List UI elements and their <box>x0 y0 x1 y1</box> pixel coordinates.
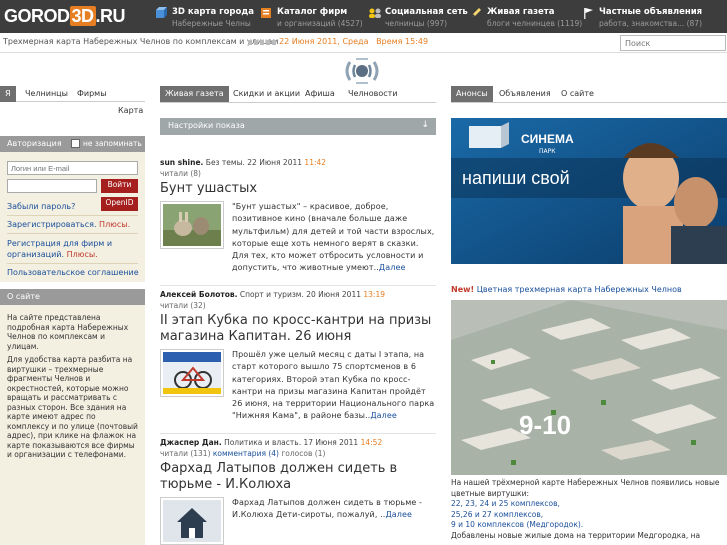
people-icon <box>369 8 381 18</box>
auth-title: Авторизация <box>7 139 62 148</box>
tab-announcements[interactable]: Анонсы <box>451 86 493 102</box>
remember-label: не запоминать <box>83 139 142 148</box>
new-badge: New! <box>451 285 475 294</box>
about-paragraph: Для удобства карта разбита на виртушки –… <box>7 355 138 459</box>
post-thumbnail[interactable] <box>160 201 224 249</box>
openid-button[interactable]: OpenID <box>101 197 138 211</box>
right-tabs: Анонсы Объявления О сайте <box>451 86 727 103</box>
pencil-icon <box>472 8 481 17</box>
cube-icon <box>156 7 167 18</box>
register-link[interactable]: Зарегистрироваться. Плюсы. <box>7 220 130 229</box>
top-navigation-bar: GOROD 3D .RU 3D карта города Набережные Че… <box>0 0 727 33</box>
nav-catalog-subtitle: и организаций (4527) <box>277 19 363 28</box>
banner-brand-sub: ПАРК <box>539 148 556 155</box>
about-paragraph: На сайте представлена подробная карта На… <box>7 313 129 351</box>
flag-icon <box>584 8 593 19</box>
tab-me[interactable]: Я <box>0 86 16 102</box>
post-excerpt: "Бунт ушастых" – красивое, доброе, позит… <box>232 202 435 273</box>
banner-slogan: напиши свой <box>462 168 570 188</box>
post-title[interactable]: Бунт ушастых <box>160 181 436 197</box>
post-item: Джаспер Дан. Политика и власть. 17 Июня … <box>160 438 436 545</box>
divider <box>160 433 436 434</box>
read-more-link[interactable]: Далее <box>385 510 412 519</box>
tab-afisha[interactable]: Афиша <box>300 86 340 102</box>
search-input[interactable] <box>620 35 726 51</box>
center-tabs: Живая газета Скидки и акции Афиша Челнов… <box>160 86 436 103</box>
post-meta: Алексей Болотов. Спорт и туризм. 20 Июня… <box>160 290 386 299</box>
display-settings-bar[interactable]: Настройки показа ↓ <box>160 118 436 135</box>
cinema-park-banner[interactable]: СИНЕМА ПАРК напиши свой <box>451 118 727 264</box>
tab-residents[interactable]: Челнинцы <box>20 86 73 102</box>
login-input[interactable] <box>7 161 138 175</box>
post-thumbnail[interactable] <box>160 497 224 545</box>
post-reads: читали (131) комментария (4) голосов (1) <box>160 449 326 458</box>
news-line: Добавлены новые жилые дома на территории… <box>451 530 701 540</box>
3d-map-preview[interactable]: 9-10 <box>451 300 727 475</box>
banner-brand: СИНЕМА <box>521 132 574 146</box>
read-more-link[interactable]: Далее <box>379 263 406 272</box>
post-item: Алексей Болотов. Спорт и туризм. 20 Июня… <box>160 290 436 423</box>
tab-map[interactable]: Карта <box>118 106 143 115</box>
post-meta: Джаспер Дан. Политика и власть. 17 Июня … <box>160 438 383 447</box>
map-news-text: На нашей трёхмерной карте Набережных Чел… <box>451 478 727 541</box>
tab-discounts[interactable]: Скидки и акции <box>228 86 305 102</box>
auth-panel: Войти Забыли пароль? OpenID Зарегистриро… <box>0 152 145 282</box>
tab-about-site[interactable]: О сайте <box>556 86 599 102</box>
post-excerpt: Прошёл уже целый месяц с даты I этапа, н… <box>232 350 435 421</box>
current-date: 22 Июня 2011, Среда Время 15:49 <box>279 37 429 46</box>
read-more-link[interactable]: Далее <box>370 411 397 420</box>
post-reads: читали (32) <box>160 301 206 310</box>
nav-3d-map-title: 3D карта города <box>172 7 254 17</box>
user-agreement-link[interactable]: Пользовательское соглашение <box>7 268 139 277</box>
post-item: sun shine. Без темы. 22 Июня 2011 11:42 … <box>160 158 436 275</box>
divider <box>160 285 436 286</box>
remember-checkbox[interactable] <box>71 139 80 148</box>
site-logo[interactable]: GOROD 3D .RU <box>4 6 126 27</box>
catalog-icon <box>261 8 271 18</box>
tab-firms[interactable]: Фирмы <box>72 86 112 102</box>
nav-classifieds-title: Частные объявления <box>599 7 703 17</box>
nav-catalog-title: Каталог фирм <box>277 7 348 17</box>
post-excerpt: Фархад Латыпов должен сидеть в тюрьме - … <box>232 498 422 520</box>
post-reads: читали (8) <box>160 169 201 178</box>
comments-link[interactable]: комментария (4) <box>213 449 279 458</box>
news-line[interactable]: 25,26 и 27 комплексов, <box>451 510 727 521</box>
login-button[interactable]: Войти <box>101 179 138 193</box>
post-title[interactable]: II этап Кубка по кросс-кантри на призы м… <box>160 313 436 345</box>
post-thumbnail[interactable] <box>160 349 224 397</box>
forgot-password-link[interactable]: Забыли пароль? <box>7 202 75 211</box>
arrow-down-icon: ↓ <box>421 120 429 130</box>
new-feature-line[interactable]: New! Цветная трехмерная карта Набережных… <box>451 285 682 294</box>
register-firms-link[interactable]: Регистрация для фирм и организаций. Плюс… <box>7 238 138 260</box>
info-line: Трехмерная карта Набережных Челнов по ко… <box>0 33 727 53</box>
post-title[interactable]: Фархад Латыпов должен сидеть в тюрьме - … <box>160 461 436 493</box>
left-tabs: Я Челнинцы Фирмы <box>0 86 145 102</box>
nav-social-title: Социальная сеть <box>385 7 468 17</box>
news-line[interactable]: 9 и 10 комплексов (Медгородок). <box>451 520 727 531</box>
nav-social-subtitle: челнинцы (997) <box>385 19 448 28</box>
tab-chelnews[interactable]: Челновости <box>343 86 403 102</box>
tab-ads[interactable]: Объявления <box>494 86 556 102</box>
tab-live-newspaper[interactable]: Живая газета <box>160 86 229 102</box>
divider <box>7 233 138 234</box>
about-panel: На сайте представлена подробная карта На… <box>0 305 145 545</box>
antenna-logo-icon <box>345 58 379 84</box>
site-description: Трехмерная карта Набережных Челнов по ко… <box>3 37 279 46</box>
password-input[interactable] <box>7 179 97 193</box>
auth-header: Авторизация не запоминать <box>0 136 145 152</box>
map-overlay-label: 9-10 <box>519 410 572 440</box>
nav-classifieds-subtitle: работа, знакомства... (87) <box>599 19 703 28</box>
dots-divider <box>248 40 276 45</box>
divider <box>7 215 138 216</box>
post-meta: sun shine. Без темы. 22 Июня 2011 11:42 <box>160 158 327 167</box>
about-header: О сайте <box>0 289 145 305</box>
news-line[interactable]: 22, 23, 24 и 25 комплексов, <box>451 499 727 510</box>
nav-live-newspaper-title: Живая газета <box>487 7 555 17</box>
nav-3d-map-subtitle: Набережные Челны <box>172 19 251 28</box>
divider <box>7 263 138 264</box>
nav-live-newspaper-subtitle: блоги челнинцев (1119) <box>487 19 583 28</box>
